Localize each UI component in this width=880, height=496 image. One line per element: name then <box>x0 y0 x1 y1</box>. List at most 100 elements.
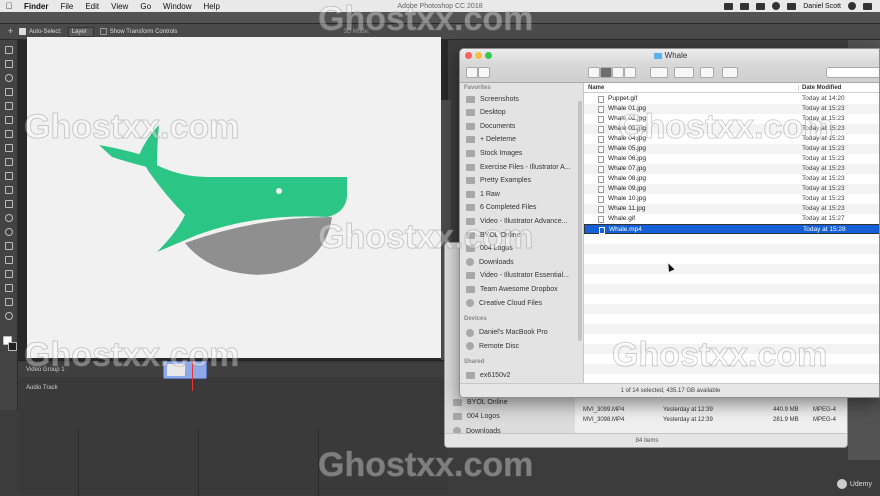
table-row[interactable]: Whale 03.jpg Today at 15:23 <box>584 124 879 134</box>
cloud-icon[interactable] <box>740 2 750 10</box>
menu-help[interactable]: Help <box>197 2 225 11</box>
back-sidebar-item[interactable]: 004 Logos <box>453 413 500 420</box>
menu-go[interactable]: Go <box>134 2 157 11</box>
table-row[interactable]: Whale.gif Today at 15:27 <box>584 214 879 224</box>
table-row[interactable]: Whale 02.jpg Today at 15:23 <box>584 114 879 124</box>
stamp-tool-icon[interactable] <box>5 158 13 166</box>
sidebar-item[interactable]: Daniel's MacBook Pro <box>466 327 582 339</box>
move-tool-icon[interactable] <box>5 46 13 54</box>
eraser-icon[interactable] <box>5 186 13 194</box>
back-sidebar-item[interactable]: BYOL Online <box>453 399 508 406</box>
name-column-header[interactable]: Name <box>588 85 604 91</box>
sidebar-item[interactable]: 1 Raw <box>466 188 582 200</box>
table-row[interactable]: Whale 11.jpg Today at 15:23 <box>584 204 879 214</box>
sidebar-item[interactable]: ex6150v2 <box>466 370 582 382</box>
table-row[interactable]: MVI_3099.MP4 Yesterday at 12:39 440.9 MB… <box>583 407 843 416</box>
table-row[interactable]: Whale 04.jpg Today at 15:23 <box>584 134 879 144</box>
menu-list-icon[interactable] <box>863 2 872 10</box>
sidebar-item[interactable]: 6 Completed Files <box>466 202 582 214</box>
video-group-track[interactable]: Video Group 1 <box>18 363 448 377</box>
wifi-icon[interactable] <box>772 2 781 10</box>
action-gear-icon[interactable] <box>674 67 694 78</box>
menu-file[interactable]: File <box>54 2 79 11</box>
move-tool-icon[interactable]: ✛ <box>8 28 13 35</box>
table-row[interactable]: Puppet.gif Today at 14:20 <box>584 94 879 104</box>
list-view-button[interactable] <box>600 67 612 78</box>
lasso-tool-icon[interactable] <box>5 74 13 82</box>
sidebar-item[interactable]: Downloads <box>466 256 582 268</box>
sidebar-item[interactable]: Video - Illustrator Advance... <box>466 215 582 227</box>
sidebar-scrollbar[interactable] <box>578 101 582 341</box>
sidebar-item[interactable]: BYOL Online <box>466 229 582 241</box>
display-icon[interactable] <box>756 2 766 10</box>
zoom-button[interactable] <box>485 52 492 59</box>
tag-icon[interactable] <box>722 67 738 78</box>
type-tool-icon[interactable] <box>5 256 13 264</box>
table-row[interactable]: Whale.mp4 Today at 15:28 <box>584 224 879 234</box>
apple-icon[interactable]:  <box>0 1 18 11</box>
table-row[interactable]: MVI_3098.MP4 Yesterday at 12:39 281.9 MB… <box>583 417 843 426</box>
close-button[interactable] <box>465 52 472 59</box>
crop-tool-icon[interactable] <box>5 102 13 110</box>
auto-select-dropdown[interactable]: Layer <box>67 26 94 37</box>
dodge-tool-icon[interactable] <box>5 228 13 236</box>
sidebar-item[interactable]: Team Awesome Dropbox <box>466 283 582 295</box>
search-icon[interactable] <box>848 2 856 10</box>
timeline-clip[interactable] <box>163 361 207 379</box>
zoom-tool-icon[interactable] <box>5 312 13 320</box>
sidebar-item[interactable]: Screenshots <box>466 93 582 105</box>
eyedropper-icon[interactable] <box>5 116 13 124</box>
sidebar-item[interactable]: Video - Illustrator Essential... <box>466 270 582 282</box>
table-row[interactable]: Whale 09.jpg Today at 15:23 <box>584 184 879 194</box>
auto-select-checkbox[interactable] <box>19 28 27 35</box>
menu-view[interactable]: View <box>105 2 134 11</box>
back-button[interactable] <box>466 67 478 78</box>
sidebar-item[interactable]: + Deleteme <box>466 134 582 146</box>
column-view-button[interactable] <box>612 67 624 78</box>
hand-tool-icon[interactable] <box>5 298 13 306</box>
history-brush-icon[interactable] <box>5 172 13 180</box>
brush-tool-icon[interactable] <box>5 144 13 152</box>
user-name[interactable]: Daniel Scott <box>803 3 841 10</box>
date-column-header[interactable]: Date Modified <box>798 85 841 91</box>
table-row[interactable]: Whale 01.jpg Today at 15:23 <box>584 104 879 114</box>
gradient-tool-icon[interactable] <box>5 200 13 208</box>
table-row[interactable]: Whale 08.jpg Today at 15:23 <box>584 174 879 184</box>
sidebar-item[interactable]: Exercise Files - Illustrator A... <box>466 161 582 173</box>
sidebar-item[interactable]: 004 Logos <box>466 243 582 255</box>
table-row[interactable]: Whale 07.jpg Today at 15:23 <box>584 164 879 174</box>
table-row[interactable]: Whale 05.jpg Today at 15:23 <box>584 144 879 154</box>
group-button[interactable] <box>650 67 668 78</box>
transform-checkbox[interactable] <box>99 28 107 35</box>
pen-tool-icon[interactable] <box>5 242 13 250</box>
menu-finder[interactable]: Finder <box>18 2 54 11</box>
finder-window[interactable]: Whale Favorites Screenshots Desktop Docume… <box>459 48 880 398</box>
marquee-tool-icon[interactable] <box>5 60 13 68</box>
sidebar-item[interactable]: Pretty Examples <box>466 175 582 187</box>
battery-icon[interactable] <box>787 2 797 10</box>
auto-select-option[interactable]: Auto-Select: <box>19 28 62 35</box>
sidebar-item[interactable]: Documents <box>466 120 582 132</box>
share-icon[interactable] <box>700 67 714 78</box>
magic-wand-icon[interactable] <box>5 88 13 96</box>
menu-window[interactable]: Window <box>157 2 197 11</box>
blur-tool-icon[interactable] <box>5 214 13 222</box>
audio-track[interactable]: Audio Track <box>18 381 448 395</box>
rectangle-tool-icon[interactable] <box>5 284 13 292</box>
icon-view-button[interactable] <box>588 67 600 78</box>
background-color-swatch[interactable] <box>8 342 17 351</box>
path-select-icon[interactable] <box>5 270 13 278</box>
search-input[interactable] <box>826 67 879 78</box>
menu-edit[interactable]: Edit <box>79 2 105 11</box>
forward-button[interactable] <box>478 67 490 78</box>
finder-titlebar[interactable]: Whale <box>460 49 879 63</box>
sidebar-item[interactable]: Creative Cloud Files <box>466 297 582 309</box>
minimize-button[interactable] <box>475 52 482 59</box>
playhead[interactable] <box>192 361 193 391</box>
gallery-view-button[interactable] <box>624 67 636 78</box>
sidebar-item[interactable]: Remote Disc <box>466 340 582 352</box>
dropbox-icon[interactable] <box>724 2 734 10</box>
sidebar-item[interactable]: Stock Images <box>466 147 582 159</box>
sidebar-item[interactable]: Desktop <box>466 107 582 119</box>
table-row[interactable]: Whale 10.jpg Today at 15:23 <box>584 194 879 204</box>
